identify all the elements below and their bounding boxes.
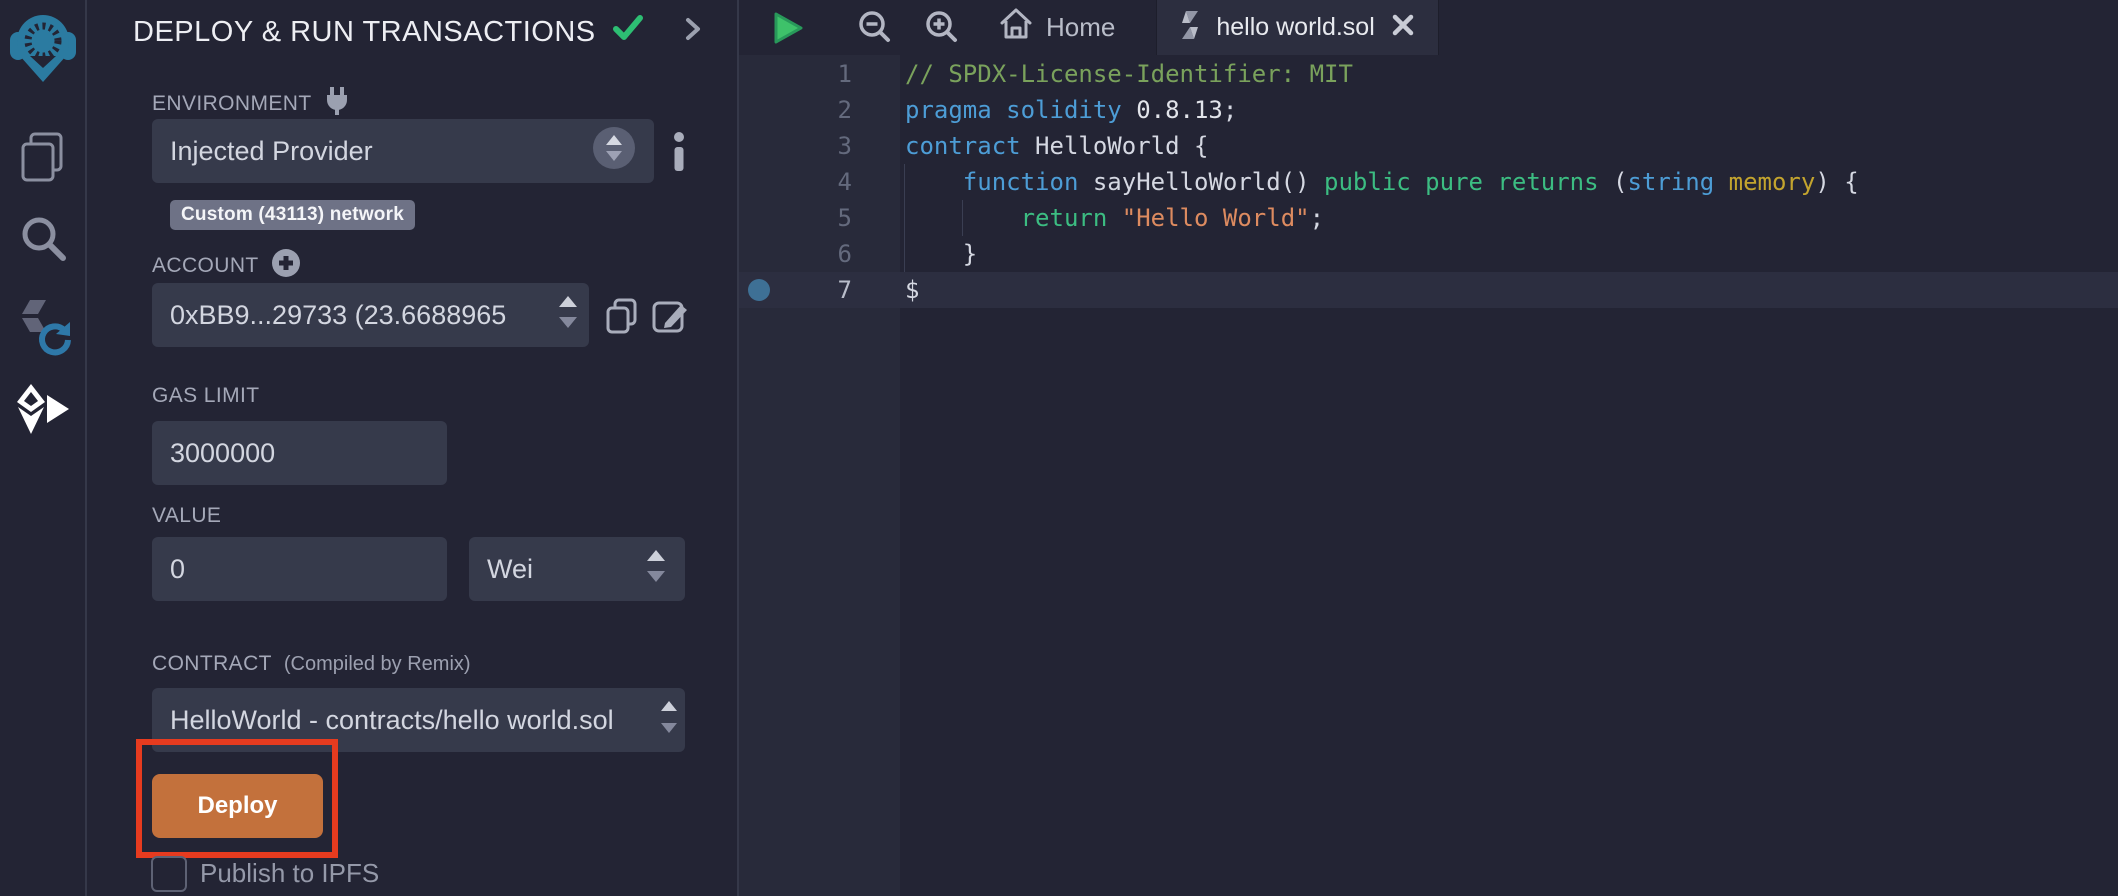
tab-home[interactable]: Home [998, 6, 1115, 49]
gas-limit-label: GAS LIMIT [152, 384, 259, 408]
solidity-file-icon [1179, 10, 1201, 45]
line-number: 3 [739, 128, 900, 164]
code-line-text: pragma solidity 0.8.13; [905, 92, 1237, 128]
line-number: 5 [739, 200, 900, 236]
code-line-text: $ [905, 272, 919, 308]
environment-label: ENVIRONMENT [152, 86, 350, 122]
deploy-run-icon[interactable] [0, 382, 85, 436]
account-select[interactable]: 0xBB9...29733 (23.6688965 [152, 283, 589, 347]
line-number: 6 [739, 236, 900, 272]
account-value: 0xBB9...29733 (23.6688965 [170, 300, 506, 331]
stepper-arrows-icon [557, 292, 579, 339]
copy-account-icon[interactable] [603, 297, 641, 340]
run-script-icon[interactable] [769, 9, 807, 47]
environment-value: Injected Provider [170, 136, 373, 167]
home-icon [998, 6, 1034, 49]
select-caret-icon [592, 126, 636, 177]
zoom-out-icon[interactable] [856, 9, 894, 47]
environment-info-icon[interactable] [672, 131, 686, 176]
code-line[interactable]: 4 function sayHelloWorld() public pure r… [739, 164, 2118, 200]
deploy-button[interactable]: Deploy [152, 774, 323, 838]
code-line[interactable]: 6 } [739, 236, 2118, 272]
gas-limit-value: 3000000 [170, 438, 275, 469]
edit-account-icon[interactable] [651, 297, 691, 340]
check-icon [612, 14, 644, 50]
stepper-arrows-icon [659, 698, 679, 743]
code-line[interactable]: 2pragma solidity 0.8.13; [739, 92, 2118, 128]
code-line-text: return "Hello World"; [905, 200, 1324, 236]
deploy-run-panel: DEPLOY & RUN TRANSACTIONS ENVIRONMENT In… [87, 0, 739, 896]
value-unit-select[interactable]: Wei [469, 537, 685, 601]
tab-hello-world-sol[interactable]: hello world.sol [1156, 0, 1438, 55]
plug-icon [324, 86, 350, 122]
account-label: ACCOUNT [152, 248, 301, 284]
value-input[interactable]: 0 [152, 537, 447, 601]
panel-title: DEPLOY & RUN TRANSACTIONS [133, 14, 644, 50]
value-unit: Wei [487, 554, 533, 585]
publish-ipfs-checkbox[interactable] [151, 856, 187, 892]
code-line-text: // SPDX-License-Identifier: MIT [905, 56, 1353, 92]
line-number: 2 [739, 92, 900, 128]
contract-note: (Compiled by Remix) [284, 653, 471, 676]
code-line[interactable]: 1// SPDX-License-Identifier: MIT [739, 56, 2118, 92]
close-tab-icon[interactable] [1390, 12, 1416, 43]
publish-ipfs-label: Publish to IPFS [200, 858, 379, 889]
code-line-text: contract HelloWorld { [905, 128, 1208, 164]
code-line[interactable]: 5 return "Hello World"; [739, 200, 2118, 236]
environment-select[interactable]: Injected Provider [152, 119, 654, 183]
code-content[interactable]: 1// SPDX-License-Identifier: MIT2pragma … [739, 56, 2118, 308]
zoom-in-icon[interactable] [923, 9, 961, 47]
tab-home-label: Home [1046, 12, 1115, 43]
panel-title-text: DEPLOY & RUN TRANSACTIONS [133, 16, 596, 49]
add-account-icon[interactable] [271, 248, 301, 284]
code-line-text: function sayHelloWorld() public pure ret… [905, 164, 1859, 200]
stepper-arrows-icon [645, 546, 667, 593]
contract-value: HelloWorld - contracts/hello world.sol [170, 705, 614, 736]
remix-logo[interactable] [0, 8, 85, 84]
gas-limit-input[interactable]: 3000000 [152, 421, 447, 485]
search-icon[interactable] [0, 212, 85, 264]
tab-file-label: hello world.sol [1216, 13, 1374, 42]
collapse-chevron-icon[interactable] [681, 16, 705, 47]
network-badge: Custom (43113) network [170, 200, 415, 230]
value-amount: 0 [170, 554, 185, 585]
icon-sidebar [0, 0, 87, 896]
file-explorer-icon[interactable] [0, 130, 85, 186]
code-line[interactable]: 7$ [739, 272, 2118, 308]
editor-tabbar: Home hello world.sol [739, 0, 2118, 55]
code-editor: Home hello world.sol 1// SPDX-L [739, 0, 2118, 896]
code-line[interactable]: 3contract HelloWorld { [739, 128, 2118, 164]
code-line-text: } [905, 236, 977, 272]
contract-label: CONTRACT (Compiled by Remix) [152, 652, 471, 676]
breakpoint-icon[interactable] [748, 279, 770, 301]
solidity-compiler-icon[interactable] [0, 296, 85, 360]
line-number: 4 [739, 164, 900, 200]
value-label: VALUE [152, 504, 221, 528]
line-number: 1 [739, 56, 900, 92]
